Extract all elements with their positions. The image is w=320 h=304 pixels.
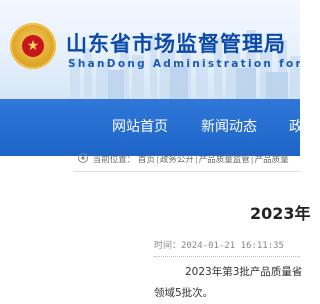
meta-divider <box>154 256 300 257</box>
breadcrumb: 当前位置： 首页|政务公开|产品质量监管|产品质量 <box>78 150 289 170</box>
star-icon: ★ <box>26 38 40 54</box>
nav-item-news[interactable]: 新闻动态 <box>201 99 257 156</box>
breadcrumb-prefix: 当前位置： <box>92 155 136 165</box>
national-emblem-icon[interactable]: ★ <box>10 23 56 69</box>
article-meta: 时间：2024-01-21 16:11:35 <box>154 238 284 251</box>
site-title[interactable]: 山东省市场监督管理局（知 <box>66 28 300 58</box>
breadcrumb-home[interactable]: 首页 <box>138 155 155 165</box>
article-body: 2023年第3批产品质量省 领域5批次。 <box>154 262 303 304</box>
emblem-center: ★ <box>22 35 44 57</box>
breadcrumb-separator: | <box>194 155 198 165</box>
publish-date: 2024-01-21 16:11:35 <box>181 241 284 251</box>
nav-item-home[interactable]: 网站首页 <box>112 99 168 156</box>
breadcrumb-product-quality[interactable]: 产品质量 <box>255 155 289 165</box>
body-paragraph-line: 2023年第3批产品质量省 <box>185 266 303 278</box>
breadcrumb-government-affairs[interactable]: 政务公开 <box>160 155 194 165</box>
breadcrumb-separator: | <box>250 155 254 165</box>
breadcrumb-product-quality-supervision[interactable]: 产品质量监管 <box>199 155 250 165</box>
location-pin-icon <box>78 153 88 163</box>
site-subtitle: ShanDong Administration for Mar <box>68 58 300 70</box>
body-paragraph-line: 领域5批次。 <box>154 287 214 299</box>
nav-item-government-affairs[interactable]: 政 <box>289 99 303 156</box>
header-banner: ★ 山东省市场监督管理局（知 ShanDong Administration f… <box>0 0 300 99</box>
breadcrumb-separator: | <box>155 155 159 165</box>
publish-time-label: 时间： <box>154 241 182 251</box>
main-navigation: 网站首页 新闻动态 政 <box>0 99 303 156</box>
breadcrumb-divider <box>74 171 300 172</box>
article-title: 2023年 <box>250 204 311 223</box>
